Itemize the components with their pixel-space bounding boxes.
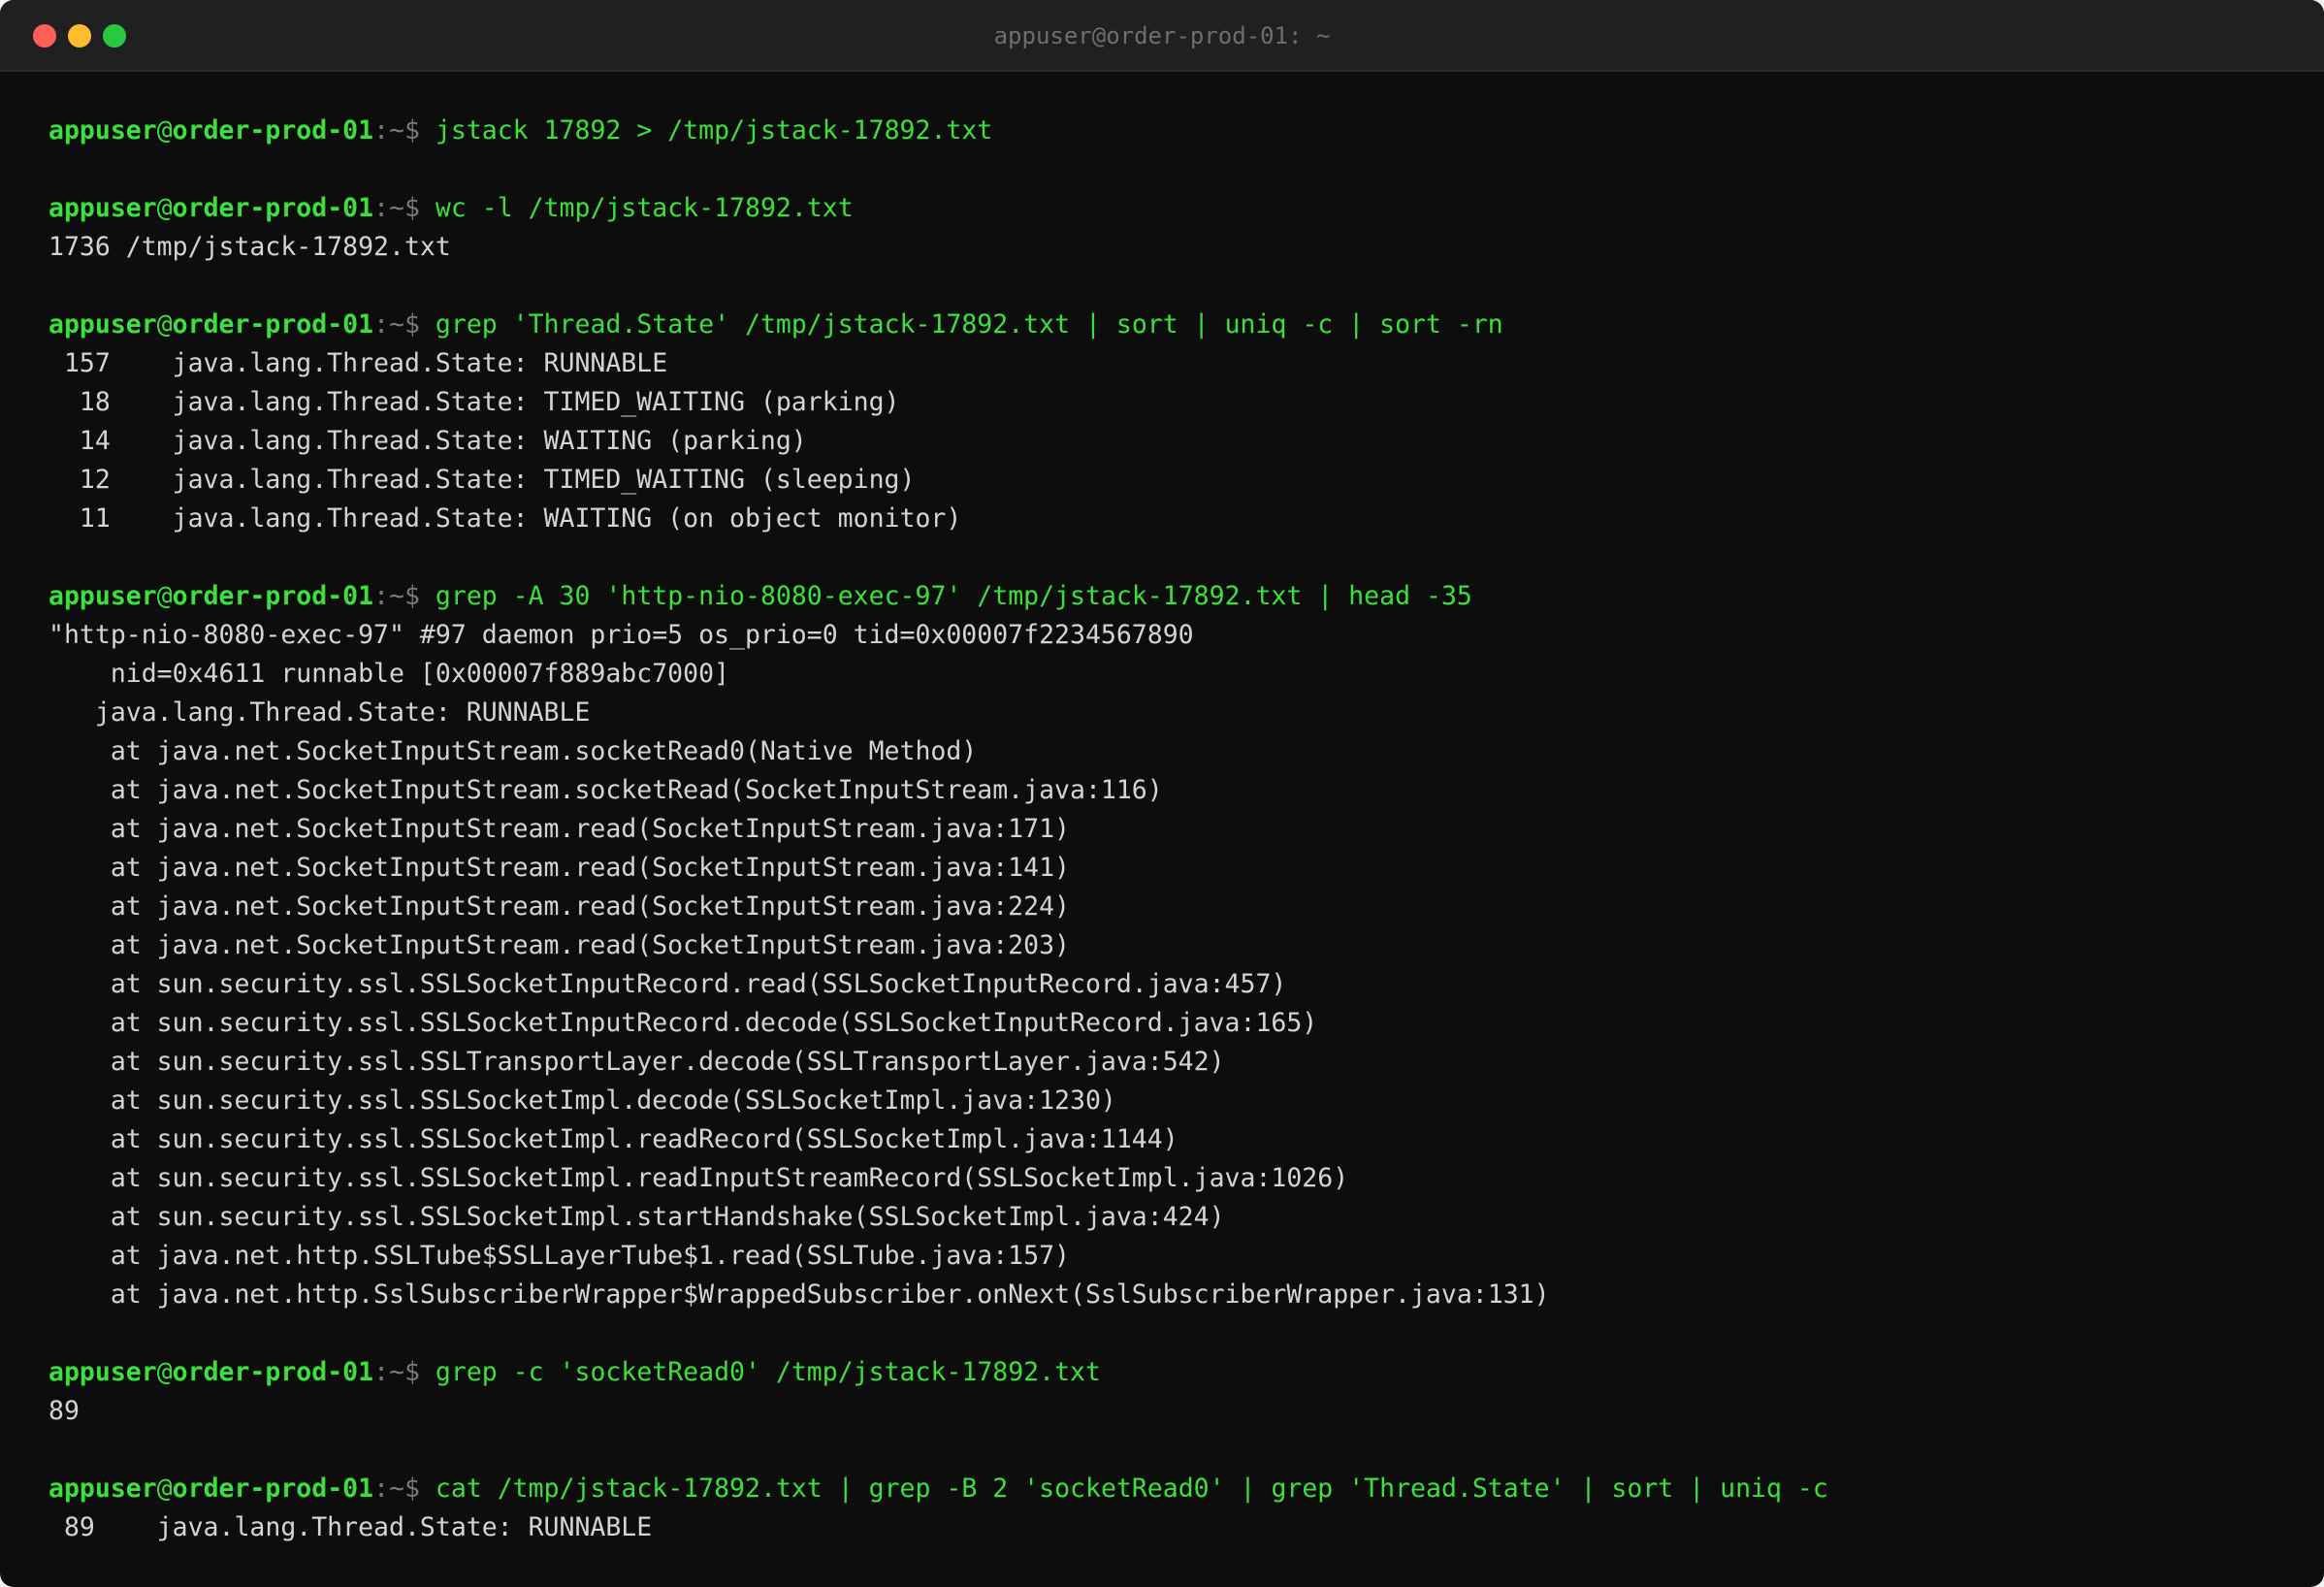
terminal-output[interactable]: appuser@order-prod-01:~$ jstack 17892 > … (48, 112, 2305, 1547)
prompt-host: order-prod-01 (172, 1357, 374, 1387)
command-line: appuser@order-prod-01:~$ grep -A 30 'htt… (48, 577, 2305, 616)
output-line: 18 java.lang.Thread.State: TIMED_WAITING… (48, 387, 900, 417)
output-line: at java.net.SocketInputStream.socketRead… (48, 736, 978, 766)
prompt-user: appuser (48, 115, 157, 146)
command-line: appuser@order-prod-01:~$ jstack 17892 > … (48, 112, 2305, 150)
prompt-user: appuser (48, 309, 157, 340)
prompt-at: @ (156, 1357, 173, 1387)
prompt-path: :~$ (373, 193, 436, 223)
command-text: grep 'Thread.State' /tmp/jstack-17892.tx… (435, 309, 1503, 340)
output-line: at sun.security.ssl.SSLSocketInputRecord… (48, 969, 1287, 999)
output-line: 157 java.lang.Thread.State: RUNNABLE (48, 348, 668, 378)
output-line: at sun.security.ssl.SSLSocketImpl.readRe… (48, 1124, 1178, 1154)
prompt-user: appuser (48, 1357, 157, 1387)
output-line: at sun.security.ssl.SSLSocketImpl.readIn… (48, 1163, 1349, 1193)
prompt-path: :~$ (373, 1357, 436, 1387)
prompt-host: order-prod-01 (172, 193, 374, 223)
command-text: grep -A 30 'http-nio-8080-exec-97' /tmp/… (435, 581, 1472, 611)
output-line: at java.net.http.SSLTube$SSLLayerTube$1.… (48, 1241, 1070, 1271)
command-text: wc -l /tmp/jstack-17892.txt (435, 193, 854, 223)
prompt-host: order-prod-01 (172, 581, 374, 611)
prompt-path: :~$ (373, 1474, 436, 1504)
output-line: 1736 /tmp/jstack-17892.txt (48, 232, 451, 262)
prompt-host: order-prod-01 (172, 309, 374, 340)
prompt-user: appuser (48, 581, 157, 611)
command-line: appuser@order-prod-01:~$ grep -c 'socket… (48, 1353, 2305, 1392)
prompt-user: appuser (48, 193, 157, 223)
prompt-at: @ (156, 193, 173, 223)
title-bar: appuser@order-prod-01: ~ (0, 0, 2324, 72)
window-title: appuser@order-prod-01: ~ (993, 22, 1331, 49)
output-line: at java.net.SocketInputStream.socketRead… (48, 775, 1163, 805)
command-text: jstack 17892 > /tmp/jstack-17892.txt (435, 115, 993, 146)
prompt-at: @ (156, 1474, 173, 1504)
output-line: "http-nio-8080-exec-97" #97 daemon prio=… (48, 620, 1194, 650)
prompt-at: @ (156, 309, 173, 340)
terminal-window: appuser@order-prod-01: ~ appuser@order-p… (0, 0, 2324, 1587)
output-line: at sun.security.ssl.SSLSocketImpl.startH… (48, 1202, 1225, 1232)
output-line: 89 (48, 1396, 80, 1426)
output-line: 89 java.lang.Thread.State: RUNNABLE (48, 1512, 653, 1542)
output-line: at java.net.SocketInputStream.read(Socke… (48, 891, 1070, 922)
prompt-user: appuser (48, 1474, 157, 1504)
command-text: cat /tmp/jstack-17892.txt | grep -B 2 's… (435, 1474, 1828, 1504)
output-line: at java.net.SocketInputStream.read(Socke… (48, 853, 1070, 883)
prompt-path: :~$ (373, 309, 436, 340)
output-line: 12 java.lang.Thread.State: TIMED_WAITING… (48, 465, 916, 495)
output-line: at sun.security.ssl.SSLSocketImpl.decode… (48, 1085, 1116, 1116)
output-line: at sun.security.ssl.SSLTransportLayer.de… (48, 1047, 1225, 1077)
command-line: appuser@order-prod-01:~$ cat /tmp/jstack… (48, 1470, 2305, 1508)
output-line: at sun.security.ssl.SSLSocketInputRecord… (48, 1008, 1318, 1038)
prompt-host: order-prod-01 (172, 115, 374, 146)
output-line: at java.net.SocketInputStream.read(Socke… (48, 930, 1070, 960)
prompt-at: @ (156, 581, 173, 611)
prompt-path: :~$ (373, 115, 436, 146)
output-line: nid=0x4611 runnable [0x00007f889abc7000] (48, 659, 729, 689)
output-line: 11 java.lang.Thread.State: WAITING (on o… (48, 503, 962, 534)
command-line: appuser@order-prod-01:~$ grep 'Thread.St… (48, 306, 2305, 344)
command-line: appuser@order-prod-01:~$ wc -l /tmp/jsta… (48, 189, 2305, 228)
output-line: 14 java.lang.Thread.State: WAITING (park… (48, 426, 807, 456)
prompt-at: @ (156, 115, 173, 146)
output-line: java.lang.Thread.State: RUNNABLE (48, 697, 591, 728)
output-line: at java.net.http.SslSubscriberWrapper$Wr… (48, 1279, 1550, 1310)
prompt-path: :~$ (373, 581, 436, 611)
prompt-host: order-prod-01 (172, 1474, 374, 1504)
output-line: at java.net.SocketInputStream.read(Socke… (48, 814, 1070, 844)
command-text: grep -c 'socketRead0' /tmp/jstack-17892.… (435, 1357, 1101, 1387)
